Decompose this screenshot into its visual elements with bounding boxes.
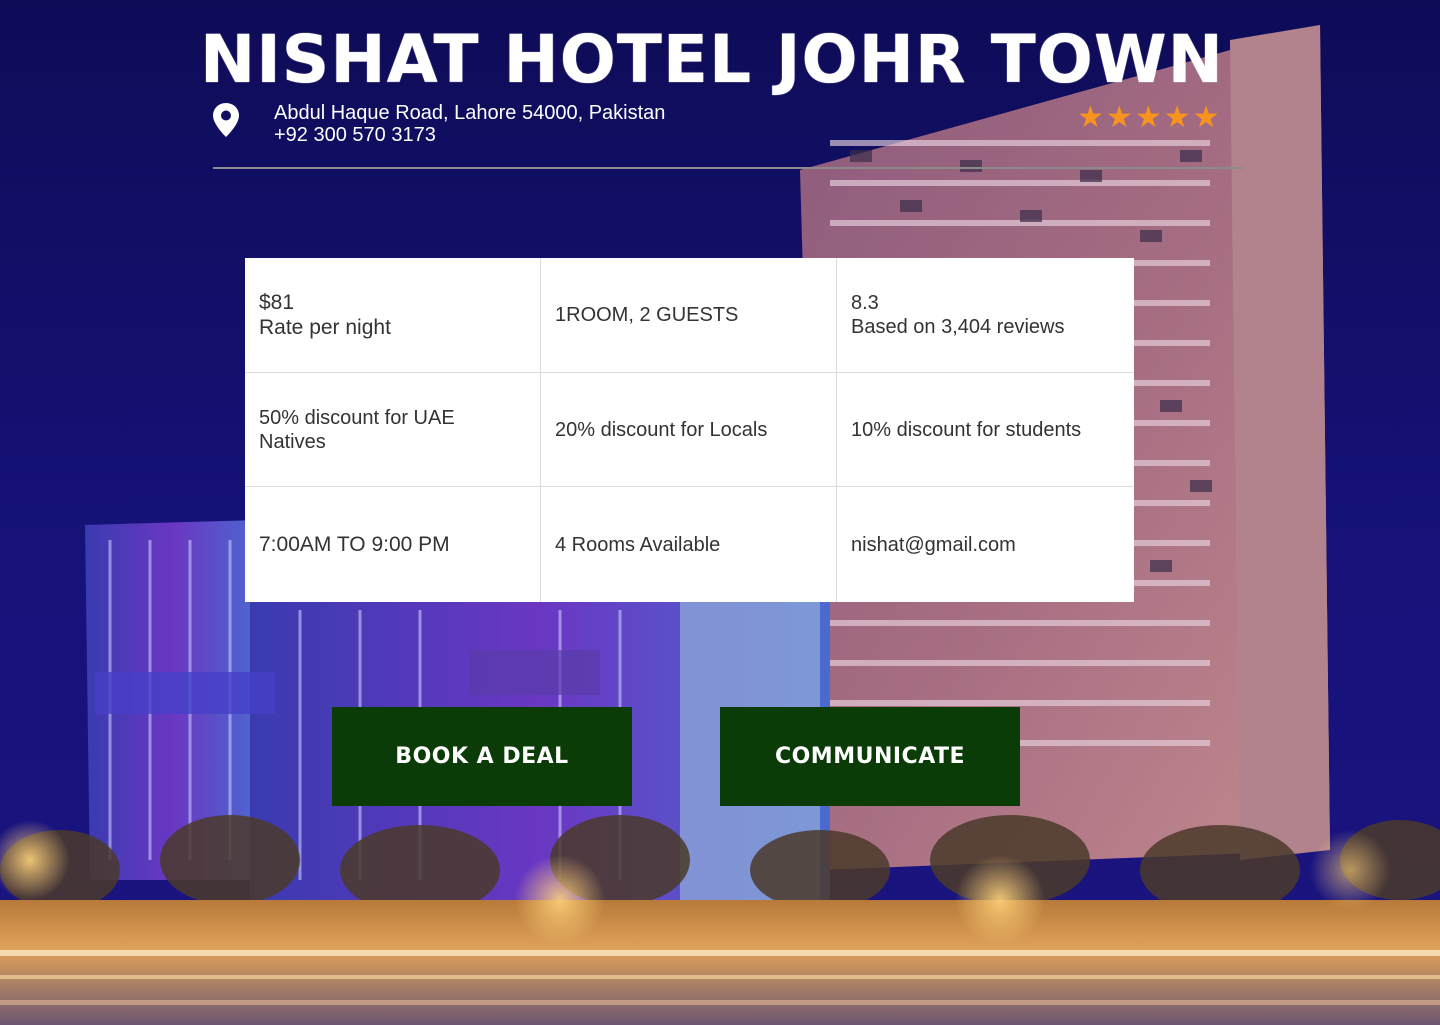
- hotel-phone: +92 300 570 3173: [274, 124, 436, 146]
- communicate-button[interactable]: COMMUNICATE: [720, 707, 1020, 806]
- rating-reviews: Based on 3,404 reviews: [851, 316, 1065, 338]
- star-icon: ★: [1134, 100, 1162, 135]
- rate-amount: $81: [259, 291, 295, 314]
- rating-score: 8.3: [851, 292, 879, 314]
- occupancy-cell: 1ROOM, 2 GUESTS: [541, 258, 837, 373]
- hotel-title: NISHAT HOTEL JOHR TOWN: [200, 21, 1224, 98]
- star-icon: ★: [1077, 100, 1104, 135]
- star-icon: ★: [1192, 100, 1220, 135]
- map-pin-icon: [213, 103, 239, 137]
- email-text: nishat@gmail.com: [851, 533, 1016, 556]
- contact-info: Abdul Haque Road, Lahore 54000, Pakistan…: [274, 102, 665, 146]
- email-cell: nishat@gmail.com: [837, 487, 1134, 602]
- occupancy-text: 1ROOM, 2 GUESTS: [555, 304, 739, 326]
- discount-students-cell: 10% discount for students: [837, 373, 1134, 487]
- star-icon: ★: [1105, 100, 1133, 135]
- discount-students-text: 10% discount for students: [851, 418, 1082, 441]
- book-a-deal-button[interactable]: BOOK A DEAL: [332, 707, 632, 806]
- discount-locals-text: 20% discount for Locals: [555, 418, 768, 441]
- hours-cell: 7:00AM TO 9:00 PM: [245, 487, 541, 602]
- availability-text: 4 Rooms Available: [555, 533, 721, 556]
- star-rating: ★ ★ ★ ★ ★: [1077, 102, 1220, 134]
- rating-cell: 8.3 Based on 3,404 reviews: [837, 258, 1134, 373]
- hotel-address: Abdul Haque Road, Lahore 54000, Pakistan: [274, 102, 666, 124]
- availability-cell: 4 Rooms Available: [541, 487, 837, 602]
- discount-uae-text: 50% discount for UAE Natives: [259, 406, 455, 453]
- hours-text: 7:00AM TO 9:00 PM: [259, 533, 450, 556]
- discount-uae-cell: 50% discount for UAE Natives: [245, 373, 541, 487]
- star-icon: ★: [1163, 100, 1191, 135]
- header-divider: [213, 167, 1243, 169]
- rate-label: Rate per night: [259, 316, 391, 339]
- hotel-info-table: $81 Rate per night 1ROOM, 2 GUESTS 8.3 B…: [245, 258, 1134, 602]
- rate-cell: $81 Rate per night: [245, 258, 541, 373]
- discount-locals-cell: 20% discount for Locals: [541, 373, 837, 487]
